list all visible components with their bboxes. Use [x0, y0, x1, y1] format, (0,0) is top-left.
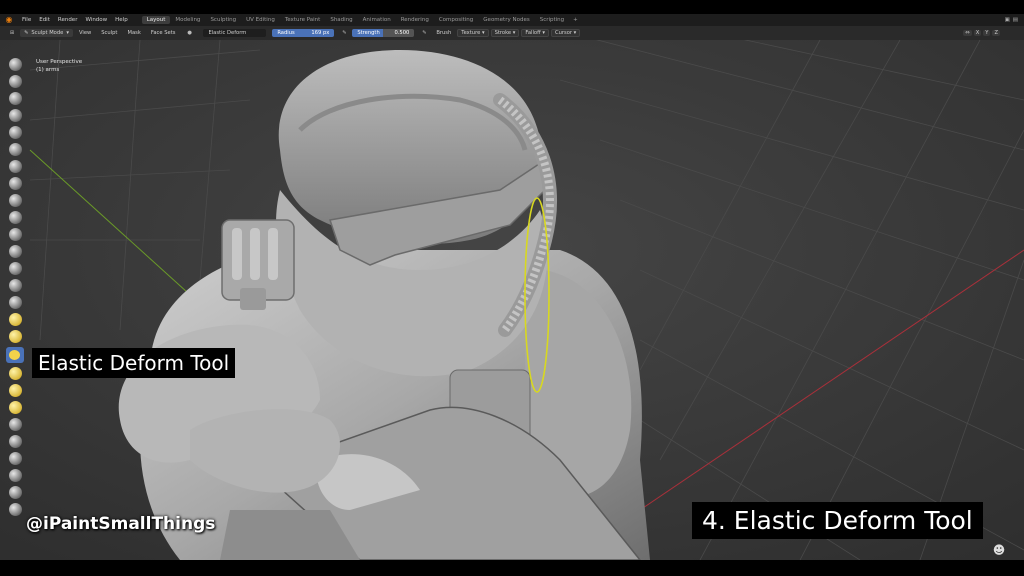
axis-y-toggle[interactable]: Y — [983, 30, 991, 36]
tool-clay-thumb-icon[interactable] — [8, 126, 22, 139]
3d-viewport[interactable]: User Perspective (1) arms — [0, 40, 1024, 560]
mode-selector[interactable]: ✎ Sculpt Mode ▾ — [20, 29, 73, 37]
tool-grab-icon[interactable] — [8, 313, 22, 326]
menu-face-sets[interactable]: Face Sets — [147, 29, 180, 37]
tab-geometry-nodes[interactable]: Geometry Nodes — [478, 16, 534, 24]
tool-inflate-icon[interactable] — [8, 160, 22, 173]
view-layer-icon[interactable]: ▤ — [1013, 17, 1018, 23]
tool-fill-icon[interactable] — [8, 245, 22, 258]
tool-mask-icon[interactable] — [8, 486, 22, 499]
tool-caption-overlay: Elastic Deform Tool — [32, 348, 236, 378]
chevron-down-icon: ▾ — [66, 30, 69, 36]
brush-preview-icon[interactable]: ● — [185, 29, 193, 37]
tool-layer-icon[interactable] — [8, 143, 22, 156]
texture-dropdown[interactable]: Texture ▾ — [457, 29, 489, 37]
menu-window[interactable]: Window — [81, 17, 111, 23]
texture-label: Texture — [461, 30, 481, 36]
radius-label: Radius — [277, 30, 295, 36]
tab-uv-editing[interactable]: UV Editing — [241, 16, 280, 24]
pressure-icon[interactable]: ✎ — [340, 29, 348, 37]
video-frame: ◉ File Edit Render Window Help Layout Mo… — [0, 0, 1024, 576]
tab-texture-paint[interactable]: Texture Paint — [280, 16, 326, 24]
tool-clay-strips-icon[interactable] — [8, 109, 22, 122]
mode-label: Sculpt Mode — [31, 30, 64, 36]
tab-modeling[interactable]: Modeling — [170, 16, 205, 24]
tab-sculpting[interactable]: Sculpting — [205, 16, 241, 24]
scene-selector-icons[interactable]: ▣ ▤ — [1005, 17, 1024, 23]
tool-flatten-icon[interactable] — [8, 228, 22, 241]
mirror-icon[interactable]: ⇔ — [963, 30, 972, 36]
strength-label: Strength — [357, 30, 380, 36]
tool-blob-icon[interactable] — [8, 177, 22, 190]
tab-shading[interactable]: Shading — [325, 16, 357, 24]
top-menu-bar: ◉ File Edit Render Window Help Layout Mo… — [0, 14, 1024, 26]
menu-file[interactable]: File — [18, 17, 35, 23]
tool-rotate-icon[interactable] — [8, 401, 22, 414]
tool-draw-sharp-icon[interactable] — [8, 75, 22, 88]
tool-draw-face-sets-icon[interactable] — [8, 503, 22, 516]
tool-clay-icon[interactable] — [8, 92, 22, 105]
tool-cloth-icon[interactable] — [8, 452, 22, 465]
tool-pinch-icon[interactable] — [8, 296, 22, 309]
axis-x-toggle[interactable]: X — [973, 30, 982, 36]
tool-crease-icon[interactable] — [8, 194, 22, 207]
tool-nudge-icon[interactable] — [8, 384, 22, 397]
menu-mask[interactable]: Mask — [123, 29, 144, 37]
tool-pose-icon[interactable] — [8, 367, 22, 380]
tool-elastic-deform-icon[interactable] — [6, 347, 24, 363]
sculpt-toolbar — [6, 58, 24, 558]
strength-value: 0.500 — [394, 30, 410, 36]
tool-draw-icon[interactable] — [8, 58, 22, 71]
add-workspace-button[interactable]: + — [569, 17, 582, 23]
strength-pressure-icon[interactable]: ✎ — [420, 29, 428, 37]
active-object-text: (1) arms — [36, 67, 60, 73]
radius-value: 169 px — [311, 30, 330, 36]
tool-settings-header: ⊞ ✎ Sculpt Mode ▾ View Sculpt Mask Face … — [0, 26, 1024, 40]
viewport-scene — [0, 40, 1024, 560]
blender-logo-icon[interactable]: ◉ — [4, 15, 14, 25]
tool-boundary-icon[interactable] — [8, 435, 22, 448]
brush-name-field[interactable]: Elastic Deform — [203, 29, 267, 37]
menu-view[interactable]: View — [75, 29, 95, 37]
tab-rendering[interactable]: Rendering — [396, 16, 434, 24]
menu-render[interactable]: Render — [54, 17, 82, 23]
radius-slider[interactable]: Radius 169 px — [272, 29, 335, 37]
stroke-dropdown[interactable]: Stroke ▾ — [490, 29, 520, 37]
menu-edit[interactable]: Edit — [35, 17, 54, 23]
falloff-label: Falloff — [525, 30, 541, 36]
cursor-label: Cursor — [554, 30, 573, 36]
axis-z-toggle[interactable]: Z — [992, 30, 1000, 36]
numbered-caption: 4. Elastic Deform Tool — [692, 502, 983, 539]
cursor-dropdown[interactable]: Cursor ▾ — [550, 29, 581, 37]
creator-handle: @iPaintSmallThings — [26, 514, 216, 534]
tab-compositing[interactable]: Compositing — [434, 16, 478, 24]
sculpt-brush-icon: ✎ — [24, 30, 29, 36]
creator-badge-icon: ☻ — [992, 543, 1006, 557]
strength-slider[interactable]: Strength 0.500 — [352, 29, 415, 37]
tab-animation[interactable]: Animation — [358, 16, 396, 24]
tool-simplify-icon[interactable] — [8, 469, 22, 482]
tool-scrape-icon[interactable] — [8, 262, 22, 275]
symmetry-axes: ⇔ X Y Z — [963, 30, 1024, 36]
tab-layout[interactable]: Layout — [141, 16, 171, 24]
tool-snake-hook-icon[interactable] — [8, 330, 22, 343]
tool-slide-relax-icon[interactable] — [8, 418, 22, 431]
tool-smooth-icon[interactable] — [8, 211, 22, 224]
view-perspective-text: User Perspective — [36, 59, 83, 65]
tab-scripting[interactable]: Scripting — [535, 16, 569, 24]
brush-menu[interactable]: Brush — [432, 29, 455, 37]
scene-icon[interactable]: ▣ — [1005, 17, 1010, 23]
menu-help[interactable]: Help — [111, 17, 132, 23]
stroke-label: Stroke — [494, 30, 512, 36]
tool-multiplane-scrape-icon[interactable] — [8, 279, 22, 292]
viewport-info: User Perspective (1) arms — [36, 58, 82, 74]
editor-type-icon[interactable]: ⊞ — [8, 29, 16, 37]
menu-sculpt[interactable]: Sculpt — [97, 29, 121, 37]
falloff-dropdown[interactable]: Falloff ▾ — [521, 29, 549, 37]
